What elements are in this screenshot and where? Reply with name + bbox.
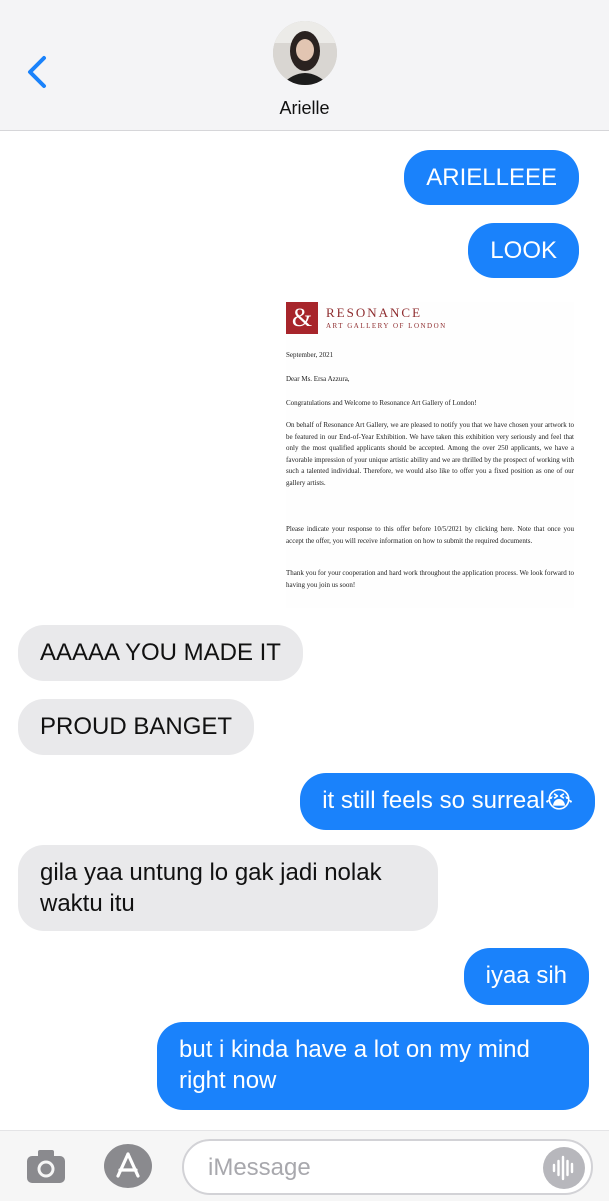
letter-paragraph: Thank you for your cooperation and hard …	[286, 569, 574, 589]
message-bubble-incoming[interactable]: PROUD BANGET	[18, 699, 255, 755]
letter-brand: RESONANCE	[326, 305, 423, 320]
letter-date: September, 2021	[286, 351, 334, 359]
gallery-logo-icon: &	[286, 302, 318, 334]
letter-brand-subtitle: ART GALLERY OF LONDON	[326, 322, 447, 330]
message-input-placeholder: iMessage	[208, 1154, 311, 1181]
letter-salutation: Dear Ms. Ersa Azzura,	[286, 375, 350, 383]
message-bubble-outgoing[interactable]: LOOK	[468, 223, 579, 278]
app-store-icon[interactable]	[102, 1143, 154, 1189]
contact-avatar[interactable]	[273, 21, 337, 85]
letter-paragraph: Please indicate your response to this of…	[286, 525, 574, 545]
letter-paragraph: On behalf of Resonance Art Gallery, we a…	[286, 421, 574, 487]
voice-waveform-icon[interactable]	[543, 1147, 585, 1189]
message-bubble-incoming[interactable]: gila yaa untung lo gak jadi nolak waktu …	[18, 845, 438, 931]
message-bubble-incoming[interactable]: AAAAA YOU MADE IT	[18, 625, 303, 681]
composer-bar: iMessage	[0, 1130, 609, 1201]
message-bubble-outgoing[interactable]: ARIELLEEE	[404, 150, 579, 205]
camera-icon[interactable]	[25, 1147, 69, 1187]
contact-name[interactable]: Arielle	[0, 98, 609, 119]
letter-heading: Congratulations and Welcome to Resonance…	[286, 399, 477, 407]
letter-image[interactable]: & RESONANCE ART GALLERY OF LONDON Septem…	[286, 302, 574, 608]
message-bubble-outgoing[interactable]: iyaa sih	[463, 948, 589, 1005]
conversation-header: Arielle	[0, 0, 609, 131]
message-bubble-outgoing[interactable]: it still feels so surreal😭	[300, 773, 595, 830]
message-bubble-outgoing[interactable]: but i kinda have a lot on my mind right …	[157, 1022, 589, 1110]
message-input[interactable]: iMessage	[182, 1139, 593, 1195]
back-chevron-icon[interactable]	[22, 52, 58, 92]
